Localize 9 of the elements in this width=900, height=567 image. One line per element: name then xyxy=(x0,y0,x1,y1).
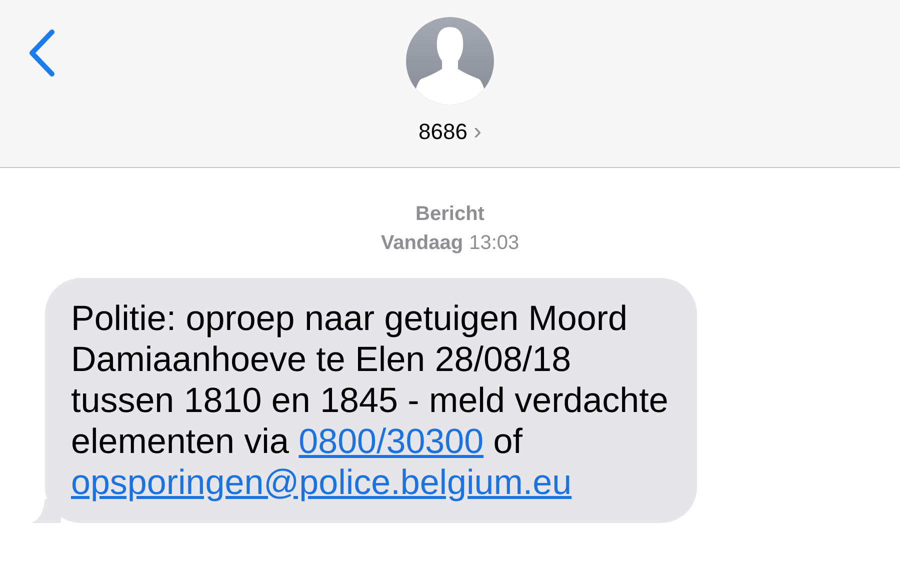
date-label: Vandaag xyxy=(380,231,464,256)
contact-name[interactable]: 8686 xyxy=(418,119,468,145)
avatar-icon[interactable] xyxy=(406,17,494,105)
chevron-icon[interactable]: › xyxy=(473,120,482,144)
time-label: 13:03 xyxy=(469,231,520,256)
message-link[interactable]: opsporingen@police.belgium.eu xyxy=(71,463,572,502)
message-text: Politie: oproep naar getuigen Moord Damiaanhoeve te Elen 28/08/18 tussen 1810 en 1845 - meld verdachte elementen via 0800/30300 of opsporingen@police.belgium.eu xyxy=(71,299,668,502)
service-label: Bericht xyxy=(416,202,484,227)
message-link[interactable]: 0800/30300 xyxy=(298,422,484,461)
